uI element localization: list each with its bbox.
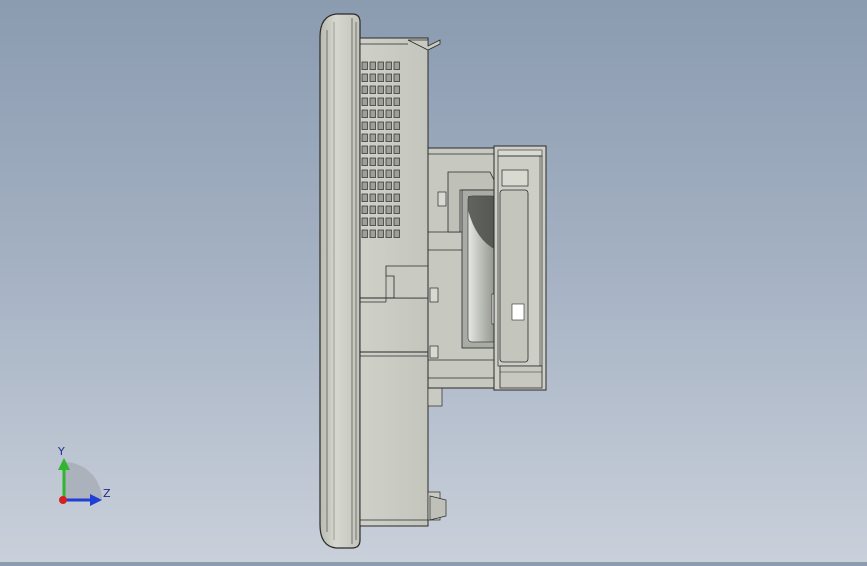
vent-slot bbox=[361, 85, 368, 94]
vent-slot bbox=[393, 193, 400, 202]
vent-slot bbox=[369, 85, 376, 94]
vent-slot bbox=[385, 73, 392, 82]
vent-slot bbox=[393, 85, 400, 94]
vent-slot bbox=[361, 181, 368, 190]
vent-slot bbox=[393, 169, 400, 178]
vent-slot bbox=[393, 205, 400, 214]
vent-slot bbox=[393, 157, 400, 166]
vent-slot bbox=[361, 217, 368, 226]
vent-slot bbox=[385, 157, 392, 166]
vent-slot bbox=[369, 133, 376, 142]
vent-slot bbox=[377, 97, 384, 106]
vent-slot bbox=[385, 121, 392, 130]
vent-slot bbox=[361, 193, 368, 202]
vent-slot bbox=[377, 193, 384, 202]
vent-slot bbox=[377, 145, 384, 154]
vent-slot bbox=[385, 217, 392, 226]
vent-slot bbox=[361, 109, 368, 118]
vent-slot bbox=[369, 121, 376, 130]
vent-slot bbox=[361, 157, 368, 166]
vent-slot bbox=[385, 97, 392, 106]
vent-slot bbox=[377, 109, 384, 118]
vent-slot bbox=[369, 229, 376, 238]
vent-slot bbox=[385, 193, 392, 202]
vent-slot bbox=[377, 157, 384, 166]
vent-slot bbox=[393, 61, 400, 70]
vent-slot bbox=[393, 97, 400, 106]
vent-slot bbox=[377, 85, 384, 94]
vent-slot bbox=[369, 109, 376, 118]
vent-slot bbox=[377, 205, 384, 214]
vent-slot bbox=[361, 145, 368, 154]
vent-slot bbox=[369, 181, 376, 190]
vent-slot bbox=[377, 73, 384, 82]
vent-slot bbox=[393, 133, 400, 142]
vent-slot bbox=[377, 61, 384, 70]
x-axis-marker bbox=[59, 496, 67, 504]
vent-slot bbox=[369, 73, 376, 82]
vent-slot bbox=[385, 181, 392, 190]
vent-slot bbox=[393, 145, 400, 154]
vent-slot bbox=[393, 121, 400, 130]
vent-slot bbox=[361, 97, 368, 106]
vent-slot bbox=[393, 217, 400, 226]
side-view-model: Y Z bbox=[57, 13, 547, 549]
vent-slot bbox=[369, 157, 376, 166]
front-bezel bbox=[319, 13, 361, 549]
vent-slot bbox=[369, 193, 376, 202]
vent-slot bbox=[393, 181, 400, 190]
vent-slot bbox=[361, 121, 368, 130]
vent-slot bbox=[385, 133, 392, 142]
vent-slot bbox=[393, 229, 400, 238]
vent-slot bbox=[385, 61, 392, 70]
vent-slot bbox=[385, 169, 392, 178]
vent-slot bbox=[377, 133, 384, 142]
vent-slot bbox=[377, 121, 384, 130]
vent-slot bbox=[385, 85, 392, 94]
rear-cover-panel bbox=[493, 145, 547, 391]
vent-slot bbox=[385, 145, 392, 154]
vent-slot bbox=[377, 217, 384, 226]
vent-slot bbox=[393, 73, 400, 82]
vent-slot bbox=[377, 169, 384, 178]
vent-slot bbox=[361, 133, 368, 142]
y-axis-label: Y bbox=[57, 445, 65, 458]
z-axis-label: Z bbox=[103, 487, 111, 500]
vent-slot bbox=[369, 217, 376, 226]
vent-slot bbox=[385, 229, 392, 238]
vent-slot bbox=[361, 229, 368, 238]
vent-slot bbox=[361, 169, 368, 178]
cad-3d-viewport[interactable]: Y Z bbox=[0, 0, 867, 562]
vent-slot bbox=[393, 109, 400, 118]
vent-slot bbox=[385, 205, 392, 214]
vent-slot bbox=[377, 181, 384, 190]
vent-slot bbox=[369, 61, 376, 70]
vent-slot bbox=[361, 73, 368, 82]
vent-slot bbox=[385, 109, 392, 118]
vent-slot bbox=[361, 205, 368, 214]
vent-slot bbox=[377, 229, 384, 238]
coordinate-triad: Y Z bbox=[57, 445, 111, 506]
vent-slot bbox=[369, 145, 376, 154]
vent-slot bbox=[361, 61, 368, 70]
vent-slot bbox=[369, 97, 376, 106]
vent-slot bbox=[369, 205, 376, 214]
ventilation-grille bbox=[361, 61, 400, 238]
vent-slot bbox=[369, 169, 376, 178]
